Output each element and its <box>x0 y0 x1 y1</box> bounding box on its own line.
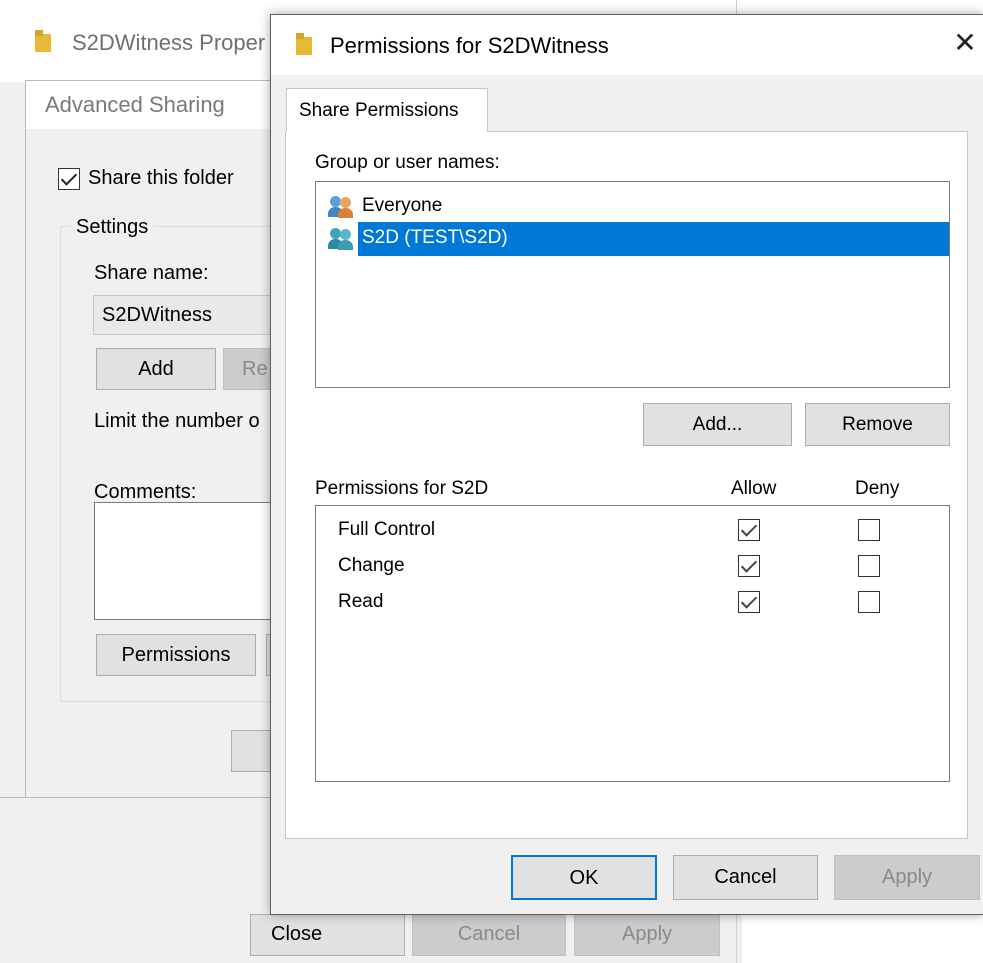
list-item-s2d[interactable]: S2D (TEST\S2D) <box>362 227 508 249</box>
deny-read-checkbox[interactable] <box>858 591 880 613</box>
users-group-icon <box>328 228 354 250</box>
limit-users-label: Limit the number o <box>94 410 260 432</box>
divider <box>0 797 25 798</box>
share-this-folder-label[interactable]: Share this folder <box>88 167 234 190</box>
deny-change-checkbox[interactable] <box>858 555 880 577</box>
properties-cancel-button[interactable]: Cancel <box>412 914 566 956</box>
list-item-everyone[interactable]: Everyone <box>362 195 442 217</box>
share-this-folder-checkbox[interactable] <box>58 168 80 190</box>
advanced-sharing-title: Advanced Sharing <box>45 92 225 117</box>
properties-title: S2DWitness Proper <box>72 30 266 55</box>
add-share-button[interactable]: Add <box>96 348 216 390</box>
apply-button[interactable]: Apply <box>834 855 980 900</box>
allow-column-header: Allow <box>731 478 777 499</box>
allow-change-checkbox[interactable] <box>738 555 760 577</box>
cancel-button[interactable]: Cancel <box>673 855 818 900</box>
add-user-button[interactable]: Add... <box>643 403 792 446</box>
allow-full-control-checkbox[interactable] <box>738 519 760 541</box>
folder-icon <box>296 33 312 55</box>
properties-close-button[interactable]: Close <box>250 914 405 956</box>
permissions-title: Permissions for S2DWitness <box>330 33 609 58</box>
permission-full-control-label: Full Control <box>338 519 436 540</box>
remove-user-button[interactable]: Remove <box>805 403 950 446</box>
permissions-listbox <box>315 505 950 782</box>
comments-label: Comments: <box>94 481 197 503</box>
allow-read-checkbox[interactable] <box>738 591 760 613</box>
permission-change-label: Change <box>338 555 405 576</box>
permissions-button[interactable]: Permissions <box>96 634 256 676</box>
deny-full-control-checkbox[interactable] <box>858 519 880 541</box>
deny-column-header: Deny <box>855 478 900 499</box>
group-or-user-names-label: Group or user names: <box>315 152 500 173</box>
share-name-combobox[interactable]: S2DWitness <box>93 295 293 335</box>
users-group-icon <box>328 196 354 218</box>
close-icon[interactable]: ✕ <box>950 28 980 58</box>
ok-button[interactable]: OK <box>511 855 657 900</box>
permission-read-label: Read <box>338 591 384 612</box>
share-name-label: Share name: <box>94 262 209 284</box>
permissions-for-label: Permissions for S2D <box>315 478 489 499</box>
settings-group-label: Settings <box>70 216 155 239</box>
tab-share-permissions[interactable]: Share Permissions <box>286 88 488 132</box>
folder-icon <box>35 30 51 52</box>
properties-apply-button[interactable]: Apply <box>574 914 720 956</box>
